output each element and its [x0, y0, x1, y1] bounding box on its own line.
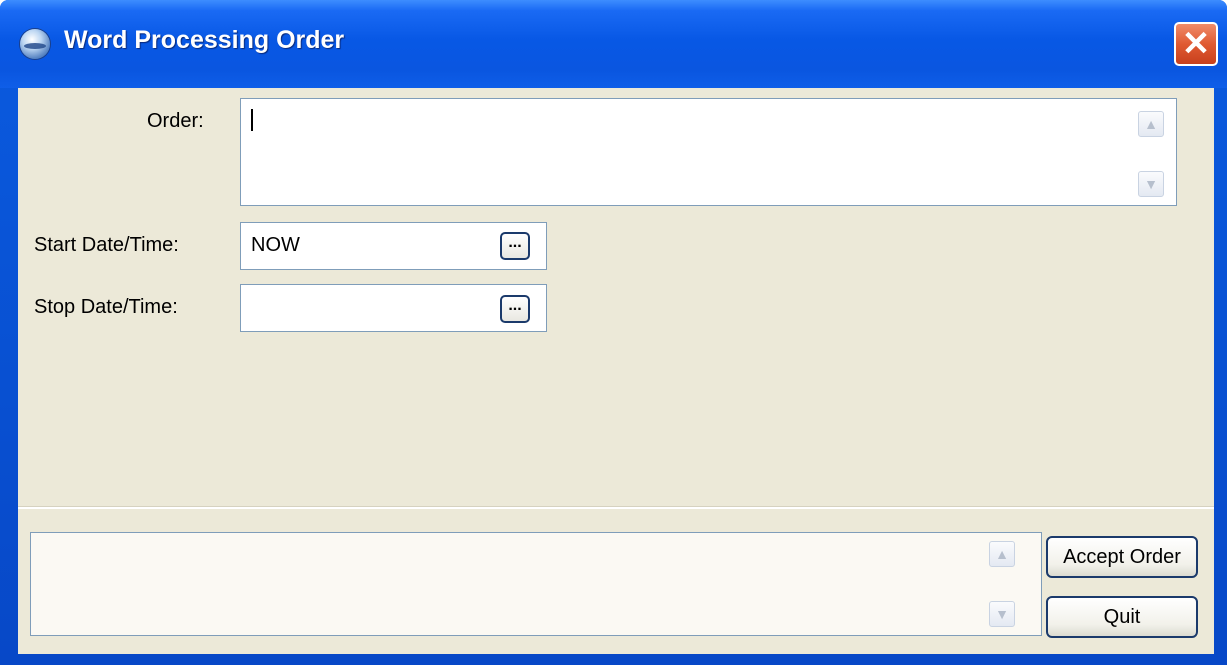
quit-button[interactable]: Quit	[1046, 596, 1198, 638]
panel-divider	[18, 506, 1214, 509]
message-area[interactable]: ▲ ▼	[30, 532, 1042, 636]
stop-datetime-picker-button[interactable]: ...	[500, 295, 530, 323]
close-button[interactable]: ✕	[1174, 22, 1218, 66]
text-caret	[251, 109, 253, 131]
order-textarea[interactable]: ▲ ▼	[240, 98, 1177, 206]
order-scroll-down-button[interactable]: ▼	[1138, 171, 1164, 197]
order-dialog-window: Word Processing Order ✕ Order: ▲ ▼ Start…	[0, 0, 1227, 665]
order-scroll-up-button[interactable]: ▲	[1138, 111, 1164, 137]
start-datetime-label: Start Date/Time:	[34, 234, 179, 256]
stop-datetime-input[interactable]: ...	[240, 284, 547, 332]
accept-order-button[interactable]: Accept Order	[1046, 536, 1198, 578]
start-datetime-input[interactable]: NOW ...	[240, 222, 547, 270]
stop-datetime-label: Stop Date/Time:	[34, 296, 178, 318]
order-label: Order:	[147, 110, 204, 132]
title-bar[interactable]: Word Processing Order ✕	[0, 0, 1227, 88]
globe-icon	[20, 29, 50, 59]
dialog-client-area: Order: ▲ ▼ Start Date/Time: NOW ... Stop…	[18, 88, 1214, 654]
start-datetime-value: NOW	[251, 234, 300, 256]
window-title: Word Processing Order	[64, 26, 345, 54]
start-datetime-picker-button[interactable]: ...	[500, 232, 530, 260]
message-scroll-down-button[interactable]: ▼	[989, 601, 1015, 627]
message-scroll-up-button[interactable]: ▲	[989, 541, 1015, 567]
